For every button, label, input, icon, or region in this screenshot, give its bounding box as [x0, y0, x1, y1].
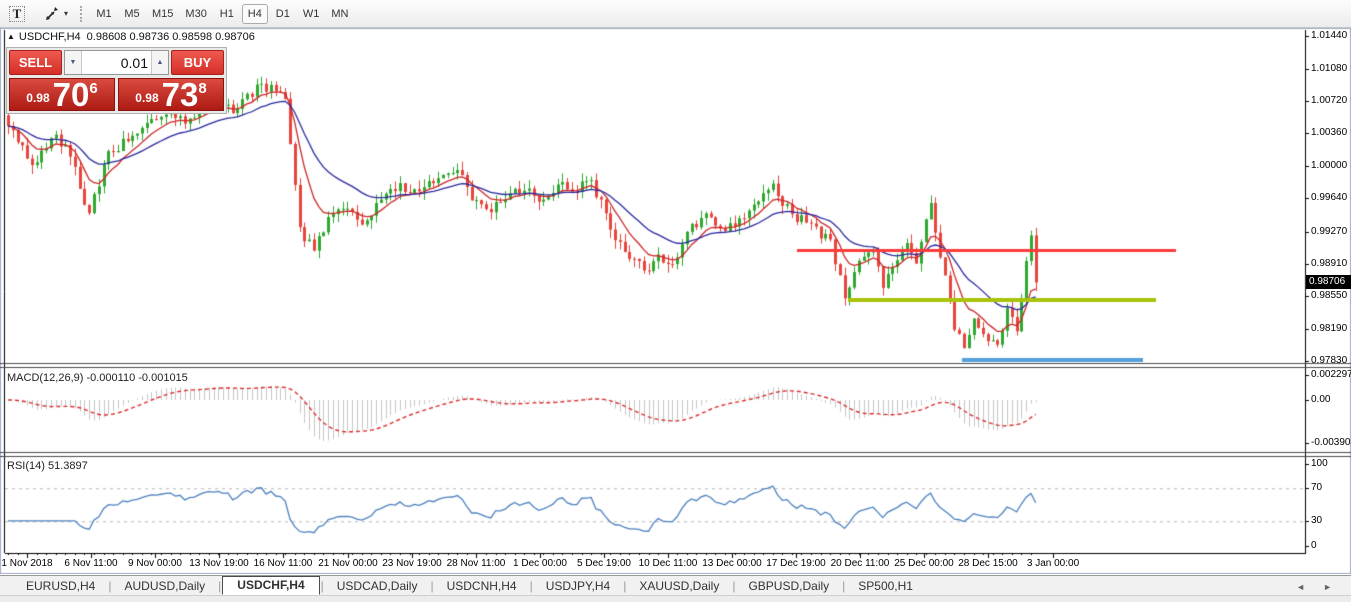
sell-price-display[interactable]: 0.98 706 [9, 78, 115, 111]
chart-tab-eurusd[interactable]: EURUSD,H4 [14, 578, 107, 595]
text-label-tool-button[interactable]: T [6, 4, 28, 23]
volume-input[interactable] [82, 51, 151, 74]
tool-dropdown-caret-icon[interactable]: ▾ [64, 9, 68, 18]
buy-price-big: 73 [162, 80, 199, 110]
chart-window: ▲USDCHF,H40.98608 0.98736 0.98598 0.9870… [0, 28, 1351, 574]
timeframe-button-m1[interactable]: M1 [91, 4, 117, 24]
timeframe-button-d1[interactable]: D1 [270, 4, 296, 24]
buy-price-display[interactable]: 0.98 738 [118, 78, 224, 111]
trade-panel-quotes: 0.98 706 0.98 738 [9, 78, 224, 111]
tab-scroll-left-icon[interactable]: ◄ [1287, 582, 1314, 592]
volume-decrease-button[interactable]: ▼ [65, 51, 82, 74]
status-bar [0, 595, 1351, 602]
chart-tab-usdchf[interactable]: USDCHF,H4 [222, 576, 319, 595]
chart-tab-xauusd[interactable]: XAUUSD,Daily [627, 578, 731, 595]
buy-price-pip: 8 [198, 80, 206, 97]
buy-button[interactable]: BUY [171, 50, 224, 75]
sell-price-big: 70 [53, 80, 90, 110]
tab-scroll-right-icon[interactable]: ► [1314, 582, 1341, 592]
mt4-terminal: T ▾ M1M5M15M30H1H4D1W1MN ▲ USDCHF,H4 0.98 6… [0, 0, 1351, 602]
arrows-tool-button[interactable] [42, 5, 62, 23]
timeframe-button-mn[interactable]: MN [326, 4, 353, 24]
chart-tab-audusd[interactable]: AUDUSD,Daily [112, 578, 217, 595]
tab-scroll-controls: ◄ ► [1287, 582, 1351, 595]
arrows-tool-icon [44, 6, 60, 22]
chart-tabs: EURUSD,H4|AUDUSD,Daily|USDCHF,H4|USDCAD,… [14, 576, 925, 595]
chart-tab-gbpusd[interactable]: GBPUSD,Daily [736, 578, 841, 595]
timeframe-button-h4[interactable]: H4 [242, 4, 268, 24]
timeframe-button-m15[interactable]: M15 [147, 4, 178, 24]
timeframe-button-m5[interactable]: M5 [119, 4, 145, 24]
chart-tab-usdcnh[interactable]: USDCNH,H4 [435, 578, 529, 595]
volume-increase-button[interactable]: ▲ [151, 51, 168, 74]
one-click-trading-panel: SELL ▼ ▲ BUY 0.98 706 0.98 738 [6, 47, 227, 114]
volume-stepper: ▼ ▲ [64, 50, 169, 75]
toolbar-grip[interactable] [80, 6, 82, 22]
timeframe-button-h1[interactable]: H1 [214, 4, 240, 24]
timeframe-button-w1[interactable]: W1 [298, 4, 325, 24]
chart-tab-usdjpy[interactable]: USDJPY,H4 [534, 578, 622, 595]
sell-button[interactable]: SELL [9, 50, 62, 75]
timeframe-toolbar: M1M5M15M30H1H4D1W1MN [90, 4, 354, 24]
top-toolbar: T ▾ M1M5M15M30H1H4D1W1MN [0, 0, 1351, 28]
sell-price-pip: 6 [89, 80, 97, 97]
chart-tab-sp500[interactable]: SP500,H1 [846, 578, 925, 595]
trade-panel-controls: SELL ▼ ▲ BUY [9, 50, 224, 75]
chart-tab-usdcad[interactable]: USDCAD,Daily [325, 578, 430, 595]
text-tool-icon: T [9, 6, 26, 22]
buy-price-prefix: 0.98 [135, 91, 158, 105]
timeframe-button-m30[interactable]: M30 [180, 4, 211, 24]
sell-price-prefix: 0.98 [26, 91, 49, 105]
chart-tab-bar: EURUSD,H4|AUDUSD,Daily|USDCHF,H4|USDCAD,… [0, 575, 1351, 595]
